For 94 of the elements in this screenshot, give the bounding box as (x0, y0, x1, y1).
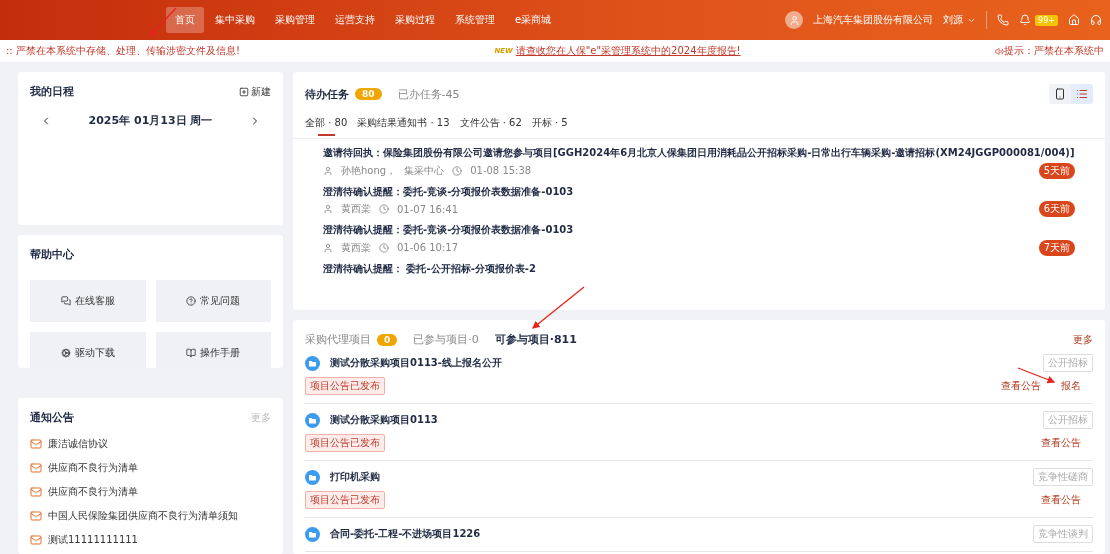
warning-text: :: 严禁在本系统中存储、处理、传输涉密文件及信息! (6, 44, 240, 58)
filter-tab[interactable]: 采购结果通知书 · 13 (357, 116, 450, 138)
mail-icon (30, 486, 42, 498)
procurement-type-tag: 竞争性谈判 (1033, 525, 1093, 543)
project-title[interactable]: 测试分散采购项目0113 (330, 413, 438, 427)
user-icon (323, 165, 333, 176)
clock-icon (452, 165, 463, 176)
time-ago-badge: 7天前 (1038, 239, 1075, 256)
task-title[interactable]: 澄清待确认提醒： 委托-公开招标-分项报价表-2 (323, 262, 1075, 275)
task-department: 集采中心 (404, 163, 445, 178)
more-link[interactable]: 更多 (1073, 332, 1093, 347)
folder-icon (305, 412, 320, 428)
card-title: 通知公告 (30, 410, 74, 425)
task-title[interactable]: 澄清待确认提醒：委托-竞谈-分项报价表数据准备-0103 (323, 224, 1075, 237)
project-title[interactable]: 打印机采购 (330, 470, 380, 484)
mail-icon (30, 438, 42, 450)
action-link[interactable]: 查看公告 (1041, 493, 1081, 507)
book-icon (186, 348, 197, 358)
notification-count: 99+ (1035, 14, 1058, 26)
project-title[interactable]: 合同-委托-工程-不进场项目1226 (330, 527, 481, 541)
status-tag: 项目公告已发布 (305, 491, 385, 509)
help-icon (186, 296, 197, 306)
plus-icon[interactable] (239, 86, 249, 97)
user-menu[interactable]: 刘源 (943, 13, 977, 27)
phone-icon[interactable] (997, 14, 1010, 26)
time-ago-badge: 6天前 (1038, 201, 1075, 217)
user-icon (323, 204, 333, 214)
folder-icon (305, 469, 320, 485)
project-title[interactable]: 测试分散采购项目0113-线上报名公开 (330, 356, 502, 370)
card-title: 我的日程 (30, 84, 74, 99)
mail-icon (30, 462, 42, 474)
folder-icon (305, 355, 320, 371)
schedule-date: 2025年 01月13日 周一 (88, 113, 213, 128)
action-link[interactable]: 查看公告 (1041, 436, 1081, 450)
project-tab[interactable]: 采购代理项目 0 (305, 332, 398, 347)
procurement-type-tag: 竞争性磋商 (1033, 468, 1093, 486)
nav-item[interactable]: 集中采购 (206, 7, 264, 33)
filter-tab[interactable]: 文件公告 · 62 (459, 116, 522, 138)
card-title: 帮助中心 (30, 247, 75, 262)
home-icon[interactable] (1068, 14, 1080, 26)
help-button[interactable]: 常见问题 (155, 280, 271, 322)
company-name: 上海汽车集团股份有限公司 (813, 13, 934, 27)
notice-item[interactable]: 供应商不良行为清单 (30, 461, 271, 475)
help-button[interactable]: 在线客服 (30, 280, 146, 322)
action-link[interactable]: 查看公告 (1001, 379, 1041, 393)
nav-item[interactable]: 系统管理 (446, 7, 504, 33)
task-title[interactable]: 澄清待确认提醒：委托-竞谈-分项报价表数据准备-0103 (323, 185, 1075, 198)
user-icon (323, 242, 333, 253)
mail-icon (30, 534, 42, 546)
speaker-icon (995, 46, 1004, 56)
task-tab[interactable]: 待办任务 80 (305, 86, 382, 102)
nav-item[interactable]: 运营支持 (326, 7, 384, 33)
project-tab[interactable]: 可参与项目·811 (494, 332, 577, 347)
project-tab[interactable]: 已参与项目·0 (413, 332, 479, 347)
nav-item[interactable]: 采购过程 (386, 7, 444, 33)
headset-icon[interactable] (1090, 14, 1102, 26)
annotation-arrow (532, 286, 585, 329)
tip-text: 提示：严禁在本系统中 (1004, 44, 1104, 58)
nav-item[interactable]: 采购管理 (266, 7, 324, 33)
chat-icon (60, 296, 71, 306)
task-time: 01-07 16:41 (397, 203, 459, 215)
notice-item[interactable]: 中国人民保险集团供应商不良行为清单须知 (30, 509, 271, 523)
help-button[interactable]: 驱动下载 (30, 332, 146, 368)
task-time: 01-06 10:17 (397, 242, 459, 253)
task-author: 孙艳hong， (341, 163, 397, 178)
help-button[interactable]: 操作手册 (155, 332, 271, 368)
status-tag: 项目公告已发布 (305, 377, 385, 395)
annotation-arrow (149, 7, 177, 37)
task-author: 黄西棠 (341, 202, 371, 216)
status-tag: 项目公告已发布 (305, 434, 385, 452)
notice-item[interactable]: 供应商不良行为清单 (30, 485, 271, 499)
clock-icon (379, 204, 389, 214)
action-link[interactable]: 报名 (1061, 379, 1081, 393)
procurement-type-tag: 公开招标 (1043, 411, 1093, 429)
mail-icon (30, 510, 42, 522)
avatar-icon[interactable] (785, 11, 804, 29)
notice-item[interactable]: 廉洁诚信协议 (30, 437, 271, 451)
filter-tab[interactable]: 开标 · 5 (531, 116, 568, 138)
folder-icon (305, 526, 320, 542)
notice-item[interactable]: 测试11111111111 (30, 533, 271, 547)
time-ago-badge: 5天前 (1038, 162, 1075, 179)
new-button[interactable]: 新建 (239, 84, 271, 99)
filter-tab[interactable]: 全部 · 80 (305, 116, 348, 138)
task-author: 黄西棠 (341, 240, 371, 255)
task-tab[interactable]: 已办任务-45 (397, 86, 460, 102)
gear-icon (60, 348, 71, 358)
bell-icon[interactable] (1019, 14, 1032, 26)
clock-icon (379, 242, 389, 253)
task-time: 01-08 15:38 (470, 165, 532, 176)
nav-item[interactable]: e采商城 (506, 7, 561, 33)
report-link[interactable]: 请查收您在人保"e"采管理系统中的2024年度报告! (515, 44, 741, 58)
procurement-type-tag: 公开招标 (1043, 354, 1093, 372)
task-title[interactable]: 邀请待回执：保险集团股份有限公司邀请您参与项目[GGH2024年6月北京人保集团日用消耗品公开招标采购-日常出行车辆采购-邀请招标(XM24JGGP000081/004)] (323, 147, 1075, 160)
list-view-icon[interactable] (1071, 84, 1093, 104)
